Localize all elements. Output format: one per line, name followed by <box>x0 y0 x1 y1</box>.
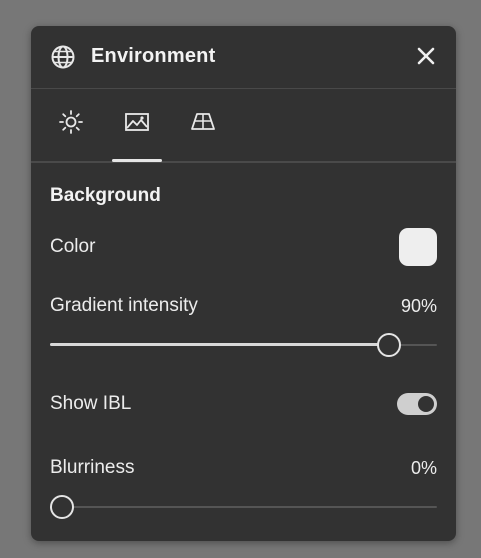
globe-icon <box>51 45 75 69</box>
tab-lighting[interactable] <box>46 89 96 163</box>
ground-plane-icon <box>191 113 215 130</box>
tab-ground[interactable] <box>178 89 228 163</box>
slider-fill <box>50 343 379 346</box>
tab-background[interactable] <box>112 89 162 163</box>
environment-panel: Environment Background Color Gradient in… <box>31 26 456 541</box>
gradient-intensity-label: Gradient intensity <box>50 295 198 316</box>
show-ibl-toggle[interactable] <box>397 393 437 415</box>
gradient-intensity-value: 90% <box>400 296 437 316</box>
gradient-intensity-slider[interactable] <box>50 331 437 359</box>
tabs-divider <box>31 161 456 163</box>
color-swatch[interactable] <box>399 228 437 266</box>
color-label: Color <box>50 236 96 257</box>
panel-title: Environment <box>91 45 216 67</box>
panel-header: Environment <box>31 26 456 89</box>
blurriness-slider[interactable] <box>50 493 437 521</box>
slider-thumb[interactable] <box>376 333 401 357</box>
slider-thumb[interactable] <box>50 495 74 519</box>
close-button[interactable] <box>414 44 438 68</box>
sun-icon <box>59 110 83 134</box>
section-title: Background <box>50 185 161 206</box>
active-tab-indicator <box>112 159 162 162</box>
environment-tabs <box>31 89 456 163</box>
close-icon <box>417 47 435 65</box>
toggle-knob <box>418 396 434 412</box>
show-ibl-label: Show IBL <box>50 393 132 414</box>
slider-track <box>50 506 437 508</box>
blurriness-label: Blurriness <box>50 457 135 478</box>
image-icon <box>125 113 149 131</box>
blurriness-value: 0% <box>410 458 437 478</box>
